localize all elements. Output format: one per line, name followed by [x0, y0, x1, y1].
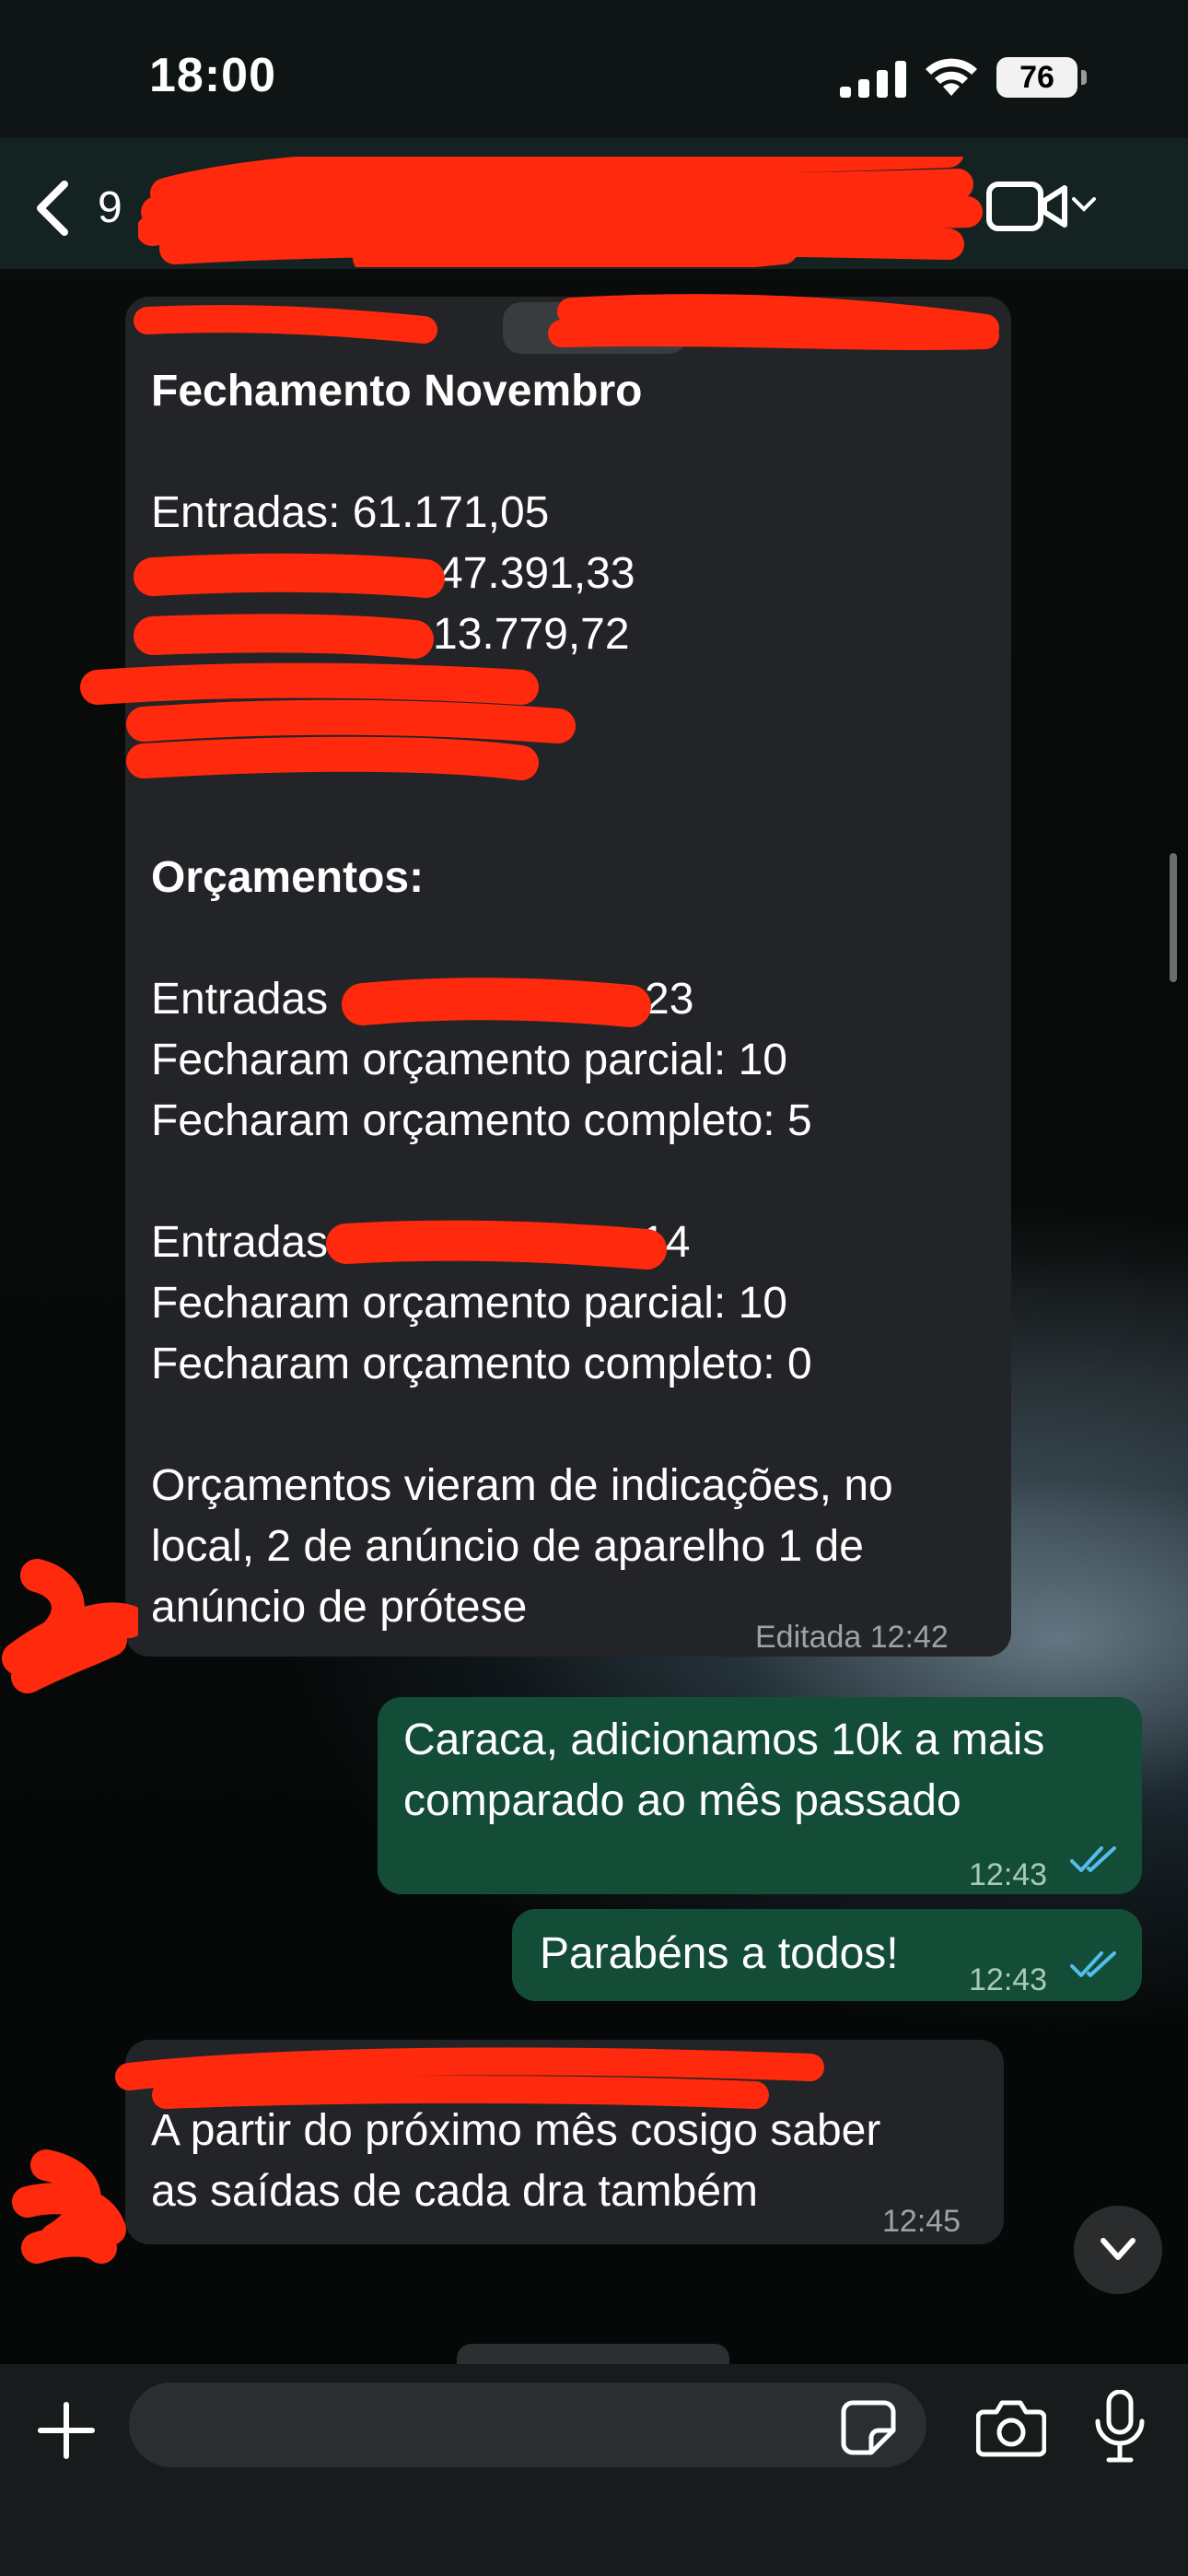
sender-name-redaction [134, 294, 999, 350]
message-timestamp: 12:43 [969, 1962, 1048, 1997]
label-redaction [342, 978, 651, 1027]
status-time: 18:00 [149, 49, 276, 102]
chat-header: 9 [0, 138, 1188, 269]
message-line: Fecharam orçamento parcial: 10 [151, 1279, 787, 1328]
status-bar: 18:00 76 [0, 0, 1188, 138]
message-line: Entradas [151, 975, 329, 1024]
message-line: Fecharam orçamento parcial: 10 [151, 1036, 787, 1084]
chevron-down-icon [1101, 2238, 1136, 2260]
sender-name-redaction [115, 2047, 824, 2109]
camera-icon[interactable] [976, 2397, 1046, 2458]
chevron-down-icon[interactable] [1070, 193, 1098, 216]
message-line: anúncio de prótese [151, 1583, 528, 1632]
read-ticks-icon [1070, 1951, 1116, 1977]
video-call-icon[interactable] [985, 179, 1068, 234]
message-timestamp: 12:45 [882, 2204, 961, 2239]
chat-screen: 18:00 76 9 Fechamento Novembro Entradas:… [0, 0, 1188, 2576]
message-line: Fechamento Novembro [151, 367, 643, 416]
sticker-icon[interactable] [840, 2399, 897, 2456]
outgoing-message-bubble[interactable]: Parabéns a todos! 12:43 [512, 1909, 1142, 2001]
line-redaction [80, 662, 576, 780]
plus-icon[interactable] [37, 2401, 96, 2460]
scroll-indicator[interactable] [1170, 853, 1177, 982]
message-line: 13.779,72 [433, 610, 630, 659]
message-timestamp: Editada 12:42 [755, 1620, 949, 1655]
wifi-icon [926, 58, 977, 96]
message-line: Fecharam orçamento completo: 0 [151, 1340, 812, 1388]
battery-icon: 76 [996, 57, 1077, 98]
label-redaction [326, 1220, 667, 1270]
chat-title-redaction[interactable] [138, 157, 985, 267]
message-input[interactable] [129, 2383, 926, 2467]
avatar-redaction [2, 1559, 138, 1693]
read-ticks-icon [1070, 1846, 1116, 1872]
message-line: 47.391,33 [438, 549, 635, 598]
back-chevron-icon[interactable] [33, 181, 74, 236]
battery-tip [1081, 70, 1087, 85]
message-line: 23 [645, 975, 694, 1024]
outgoing-message-bubble[interactable]: Caraca, adicionamos 10k a mais comparado… [378, 1697, 1142, 1894]
message-line: comparado ao mês passado [403, 1776, 961, 1825]
message-line: Entradas: 61.171,05 [151, 488, 550, 537]
message-line: Entradas [151, 1218, 329, 1267]
message-line: Parabéns a todos! [540, 1929, 899, 1978]
label-redaction [134, 553, 445, 659]
message-line: Fecharam orçamento completo: 5 [151, 1096, 812, 1145]
scroll-to-bottom-button[interactable] [1074, 2206, 1162, 2294]
message-timestamp: 12:43 [969, 1857, 1048, 1892]
avatar-redaction [12, 2149, 126, 2264]
message-line: Orçamentos vieram de indicações, no [151, 1461, 893, 1510]
message-composer [0, 2364, 1188, 2576]
signal-icon [840, 61, 906, 98]
message-line: Orçamentos: [151, 853, 425, 902]
message-line: local, 2 de anúncio de aparelho 1 de [151, 1522, 864, 1571]
unread-count[interactable]: 9 [98, 182, 122, 233]
message-line: as saídas de cada dra também [151, 2167, 759, 2216]
message-line: Caraca, adicionamos 10k a mais [403, 1715, 1045, 1764]
microphone-icon[interactable] [1094, 2390, 1146, 2464]
